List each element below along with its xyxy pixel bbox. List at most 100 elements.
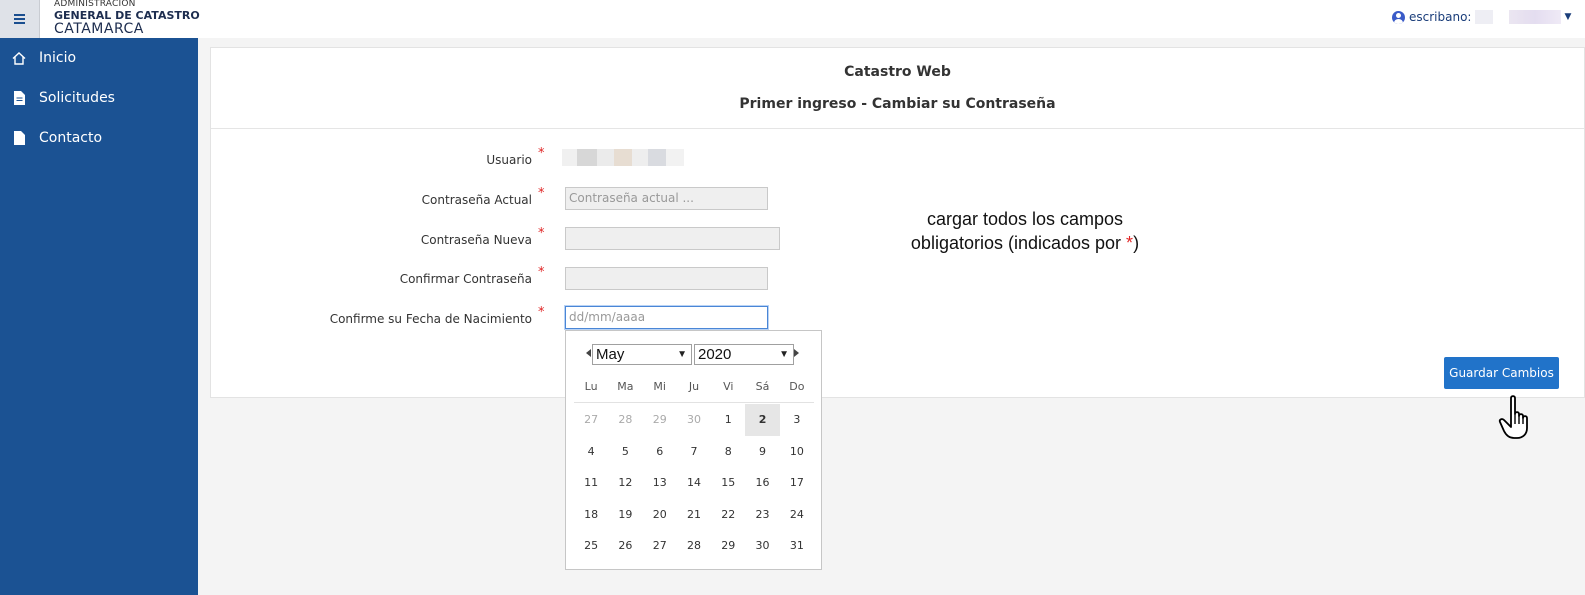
calendar-day[interactable]: 20 — [643, 499, 677, 531]
calendar-day[interactable]: 11 — [574, 467, 608, 499]
confirmar-contrasena-input[interactable] — [565, 267, 768, 290]
panel-header: Catastro Web Primer ingreso - Cambiar su… — [211, 48, 1584, 129]
weekday-label: Vi — [723, 380, 734, 393]
calendar-day[interactable]: 6 — [643, 436, 677, 468]
calendar-day[interactable]: 25 — [574, 530, 608, 562]
page-subtitle: Primer ingreso - Cambiar su Contraseña — [739, 96, 1056, 112]
calendar-day[interactable]: 13 — [643, 467, 677, 499]
year-select-value: 2020 — [698, 346, 732, 363]
calendar-day[interactable]: 29 — [643, 404, 677, 436]
weekday-label: Lu — [584, 380, 598, 393]
datepicker-header: May ▼ 2020 ▼ — [566, 331, 821, 373]
required-mark: * — [538, 305, 545, 320]
calendar-day[interactable]: 23 — [745, 499, 779, 531]
redacted-username-2 — [1509, 10, 1562, 24]
month-select[interactable]: May ▼ — [592, 344, 692, 365]
fecha-nacimiento-label: Confirme su Fecha de Nacimiento — [329, 312, 532, 326]
save-button[interactable]: Guardar Cambios — [1444, 357, 1559, 389]
home-icon — [12, 51, 26, 65]
calendar-day[interactable]: 18 — [574, 499, 608, 531]
calendar-day[interactable]: 27 — [574, 404, 608, 436]
calendar-day[interactable]: 21 — [677, 499, 711, 531]
contrasena-actual-input[interactable]: Contraseña actual ... — [565, 187, 768, 210]
chevron-down-icon[interactable]: ▼ — [1564, 12, 1571, 22]
user-icon — [1392, 10, 1405, 24]
sidebar-item-label: Solicitudes — [39, 90, 115, 106]
calendar-day[interactable]: 9 — [745, 436, 779, 468]
calendar-week-row: 11 12 13 14 15 16 17 — [574, 467, 814, 499]
note-line1: cargar todos los campos — [926, 209, 1124, 229]
year-select[interactable]: 2020 ▼ — [694, 344, 794, 365]
instruction-note: cargar todos los campos obligatorios (in… — [880, 207, 1170, 255]
calendar-day[interactable]: 30 — [677, 404, 711, 436]
page-title: Catastro Web — [844, 64, 951, 80]
calendar-week-row: 25 26 27 28 29 30 31 — [574, 530, 814, 562]
calendar-day[interactable]: 27 — [643, 530, 677, 562]
top-bar: ADMINISTRACIÓN GENERAL DE CATASTRO CATAM… — [0, 0, 1585, 38]
weekday-label: Sá — [755, 380, 770, 393]
sidebar-item-label: Contacto — [39, 130, 103, 146]
calendar-day[interactable]: 8 — [711, 436, 745, 468]
weekday-label: Do — [789, 380, 805, 393]
calendar-day[interactable]: 31 — [780, 530, 814, 562]
sidebar-item-contacto[interactable]: Contacto — [0, 118, 198, 158]
contrasena-actual-label: Contraseña Actual — [421, 193, 532, 207]
fecha-nacimiento-input[interactable]: dd/mm/aaaa — [565, 306, 768, 329]
calendar-day[interactable]: 5 — [608, 436, 642, 468]
logo-line3: CATAMARCA — [54, 21, 144, 37]
user-label: escribano: — [1409, 10, 1472, 24]
calendar-day[interactable]: 17 — [780, 467, 814, 499]
hand-cursor-icon — [1498, 395, 1528, 439]
sidebar-item-solicitudes[interactable]: Solicitudes — [0, 78, 198, 118]
calendar-day[interactable]: 16 — [745, 467, 779, 499]
datepicker-popup: May ▼ 2020 ▼ Lu Ma Mi Ju Vi Sá Do 27 28 29… — [565, 330, 822, 570]
calendar-day[interactable]: 22 — [711, 499, 745, 531]
calendar-day[interactable]: 12 — [608, 467, 642, 499]
calendar-day[interactable]: 26 — [608, 530, 642, 562]
calendar-day[interactable]: 2 — [745, 404, 780, 436]
required-star: * — [1126, 233, 1134, 253]
logo-line2: GENERAL DE CATASTRO — [54, 9, 200, 22]
calendar-week-row: 4 5 6 7 8 9 10 — [574, 436, 814, 468]
calendar-day[interactable]: 19 — [608, 499, 642, 531]
redacted-username — [1475, 10, 1494, 24]
required-mark: * — [538, 186, 545, 201]
sidebar: Inicio Solicitudes Contacto — [0, 38, 198, 595]
document-icon — [12, 91, 26, 105]
confirmar-contrasena-label: Confirmar Contraseña — [399, 272, 532, 286]
calendar-day[interactable]: 10 — [780, 436, 814, 468]
contrasena-nueva-label: Contraseña Nueva — [420, 233, 532, 247]
logo[interactable]: ADMINISTRACIÓN GENERAL DE CATASTRO CATAM… — [54, 0, 200, 36]
calendar-day[interactable]: 1 — [711, 404, 745, 436]
chevron-down-icon: ▼ — [779, 349, 789, 360]
calendar-week-row: 18 19 20 21 22 23 24 — [574, 499, 814, 531]
user-menu[interactable]: escribano: ▼ — [1392, 10, 1571, 24]
calendar-week-row: 27 28 29 30 1 2 3 — [574, 404, 814, 436]
calendar-day[interactable]: 24 — [780, 499, 814, 531]
hamburger-icon — [14, 18, 25, 20]
document-icon — [12, 131, 26, 145]
sidebar-item-inicio[interactable]: Inicio — [0, 38, 198, 78]
previous-month-icon[interactable] — [586, 349, 591, 357]
month-select-value: May — [596, 346, 625, 363]
note-line2-text: obligatorios (indicados por — [910, 233, 1127, 253]
calendar-day[interactable]: 7 — [677, 436, 711, 468]
calendar-day[interactable]: 28 — [677, 530, 711, 562]
calendar-day[interactable]: 29 — [711, 530, 745, 562]
required-mark: * — [538, 146, 545, 161]
calendar-day[interactable]: 4 — [574, 436, 608, 468]
weekday-label: Ju — [688, 380, 700, 393]
contrasena-nueva-input[interactable] — [565, 227, 780, 250]
calendar-day[interactable]: 30 — [745, 530, 779, 562]
usuario-label: Usuario — [486, 153, 532, 167]
calendar-day[interactable]: 14 — [677, 467, 711, 499]
next-month-icon[interactable] — [794, 349, 799, 357]
sidebar-item-label: Inicio — [39, 50, 77, 66]
menu-toggle-button[interactable] — [0, 0, 40, 38]
calendar-day[interactable]: 3 — [780, 404, 814, 436]
calendar-day[interactable]: 15 — [711, 467, 745, 499]
weekday-label: Ma — [617, 380, 634, 393]
note-line2: obligatorios (indicados por *) — [880, 231, 1170, 255]
calendar-day[interactable]: 28 — [608, 404, 642, 436]
weekday-header: Lu Ma Mi Ju Vi Sá Do — [574, 375, 814, 403]
